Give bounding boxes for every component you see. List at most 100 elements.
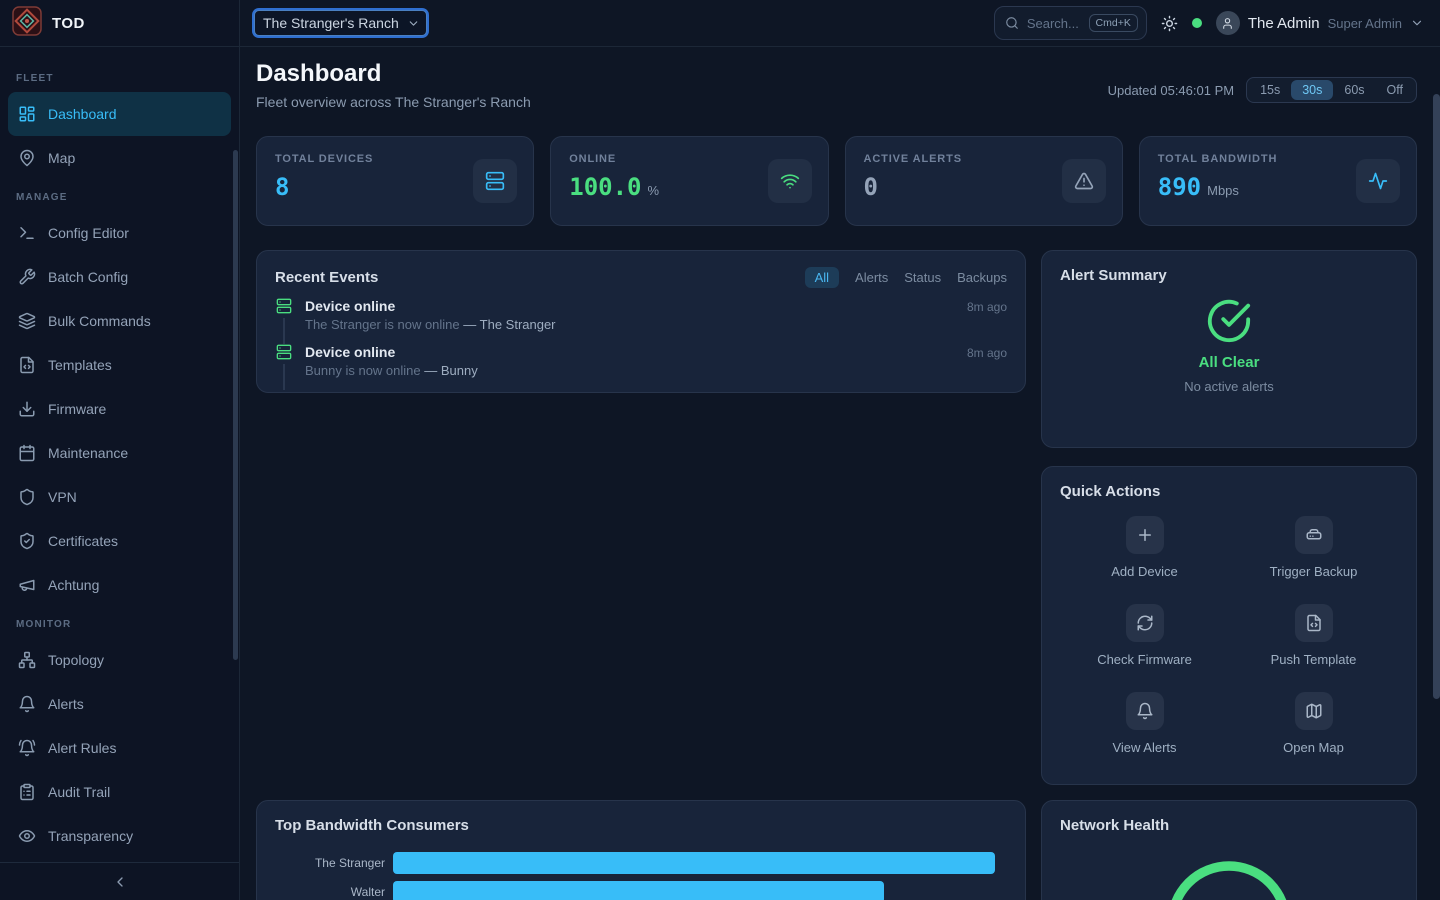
- quick-action-label: Check Firmware: [1097, 652, 1192, 667]
- sidebar-item-audit-trail[interactable]: Audit Trail: [8, 770, 231, 814]
- content-scrollbar[interactable]: [1433, 94, 1440, 699]
- quick-actions-panel: Quick Actions Add DeviceTrigger BackupCh…: [1041, 466, 1417, 785]
- shield-icon: [18, 488, 36, 506]
- app-root: TOD FLEETDashboardMapMANAGEConfig Editor…: [0, 0, 1440, 900]
- bandwidth-bar-track: [393, 881, 1007, 900]
- app-title: TOD: [52, 15, 85, 32]
- bell-ring-icon: [18, 739, 36, 757]
- event-time: 8m ago: [967, 344, 1007, 390]
- stat-icon-box: [1356, 159, 1400, 203]
- site-selector[interactable]: The Stranger's Ranch: [254, 10, 427, 36]
- stat-icon-box: [473, 159, 517, 203]
- server-icon: [276, 298, 292, 314]
- network-icon: [18, 651, 36, 669]
- wifi-icon: [780, 171, 800, 191]
- sidebar-item-dashboard[interactable]: Dashboard: [8, 92, 231, 136]
- quick-action-open-map[interactable]: Open Map: [1229, 692, 1398, 755]
- bandwidth-bar: [393, 852, 995, 874]
- bell-icon: [18, 695, 36, 713]
- check-circle-icon: [1206, 298, 1252, 344]
- quick-action-push-template[interactable]: Push Template: [1229, 604, 1398, 667]
- event-filter-status[interactable]: Status: [904, 267, 941, 288]
- sidebar-item-transparency[interactable]: Transparency: [8, 814, 231, 858]
- quick-action-icon-box: [1295, 604, 1333, 642]
- theme-toggle-button[interactable]: [1161, 15, 1178, 32]
- quick-action-add-device[interactable]: Add Device: [1060, 516, 1229, 579]
- alert-summary-panel: Alert Summary All Clear No active alerts: [1041, 250, 1417, 448]
- sidebar-item-label: Bulk Commands: [48, 313, 151, 329]
- refresh-interval-60s[interactable]: 60s: [1333, 80, 1375, 100]
- alert-detail-text: No active alerts: [1184, 379, 1274, 394]
- stat-cards-row: TOTAL DEVICES8ONLINE100.0%ACTIVE ALERTS0…: [256, 136, 1417, 226]
- sidebar-item-map[interactable]: Map: [8, 136, 231, 180]
- sidebar-section-label: FLEET: [0, 61, 239, 92]
- wrench-icon: [18, 268, 36, 286]
- sidebar-nav: FLEETDashboardMapMANAGEConfig EditorBatc…: [0, 47, 239, 862]
- event-connector-line: [283, 364, 285, 390]
- quick-action-trigger-backup[interactable]: Trigger Backup: [1229, 516, 1398, 579]
- stat-unit: Mbps: [1207, 183, 1239, 198]
- sidebar-item-vpn[interactable]: VPN: [8, 475, 231, 519]
- page-header: Dashboard Fleet overview across The Stra…: [256, 59, 1417, 111]
- event-title: Device online: [305, 298, 955, 314]
- sidebar-item-label: Alert Rules: [48, 740, 116, 756]
- shield-check-icon: [18, 532, 36, 550]
- map-pin-icon: [18, 149, 36, 167]
- event-body: Device onlineThe Stranger is now online …: [305, 298, 955, 344]
- sidebar-collapse-button[interactable]: [0, 862, 239, 900]
- user-icon: [1221, 17, 1234, 30]
- quick-action-check-firmware[interactable]: Check Firmware: [1060, 604, 1229, 667]
- stat-unit: %: [648, 183, 660, 198]
- sidebar-scrollbar[interactable]: [233, 150, 238, 660]
- refresh-interval-15s[interactable]: 15s: [1249, 80, 1291, 100]
- event-filter-alerts[interactable]: Alerts: [855, 267, 888, 288]
- download-icon: [18, 400, 36, 418]
- event-title: Device online: [305, 344, 955, 360]
- quick-actions-grid: Add DeviceTrigger Backup Check Firmware Pu…: [1060, 516, 1398, 755]
- quick-action-label: View Alerts: [1112, 740, 1176, 755]
- site-selector-value: The Stranger's Ranch: [263, 15, 399, 31]
- quick-action-view-alerts[interactable]: View Alerts: [1060, 692, 1229, 755]
- hard-drive-icon: [1305, 526, 1323, 544]
- clipboard-list-icon: [18, 783, 36, 801]
- sidebar-item-label: Dashboard: [48, 106, 117, 122]
- sidebar-item-label: Audit Trail: [48, 784, 110, 800]
- stat-value: 8: [275, 173, 289, 201]
- sidebar-item-batch-config[interactable]: Batch Config: [8, 255, 231, 299]
- event-description: Bunny is now online — Bunny: [305, 363, 955, 390]
- refresh-interval-control: 15s30s60sOff: [1246, 77, 1417, 103]
- event-filter-backups[interactable]: Backups: [957, 267, 1007, 288]
- quick-action-icon-box: [1126, 604, 1164, 642]
- sidebar-item-label: Map: [48, 150, 75, 166]
- bandwidth-bar-row: The Stranger: [275, 848, 1007, 877]
- bandwidth-bar: [393, 881, 884, 900]
- sidebar-item-maintenance[interactable]: Maintenance: [8, 431, 231, 475]
- user-menu[interactable]: The Admin Super Admin: [1216, 11, 1424, 35]
- layers-icon: [18, 312, 36, 330]
- sidebar-item-alert-rules[interactable]: Alert Rules: [8, 726, 231, 770]
- refresh-interval-30s[interactable]: 30s: [1291, 80, 1333, 100]
- sidebar-item-alerts[interactable]: Alerts: [8, 682, 231, 726]
- app-logo: TOD: [0, 0, 239, 47]
- sidebar-item-templates[interactable]: Templates: [8, 343, 231, 387]
- quick-action-icon-box: [1126, 692, 1164, 730]
- bandwidth-bar-row: Walter: [275, 877, 1007, 900]
- stat-icon-box: [1062, 159, 1106, 203]
- event-filter-all[interactable]: All: [805, 267, 839, 288]
- search-input[interactable]: Search... Cmd+K: [994, 6, 1147, 40]
- sidebar-item-label: Achtung: [48, 577, 99, 593]
- main-area: The Stranger's Ranch Search... Cmd+K: [240, 0, 1440, 900]
- recent-events-title: Recent Events: [275, 269, 378, 286]
- connection-status-dot: [1192, 18, 1202, 28]
- quick-action-label: Push Template: [1271, 652, 1357, 667]
- quick-action-label: Open Map: [1283, 740, 1344, 755]
- sidebar-item-config-editor[interactable]: Config Editor: [8, 211, 231, 255]
- sidebar-item-topology[interactable]: Topology: [8, 638, 231, 682]
- quick-action-icon-box: [1295, 692, 1333, 730]
- plus-icon: [1136, 526, 1154, 544]
- refresh-interval-off[interactable]: Off: [1376, 80, 1414, 100]
- sidebar-item-firmware[interactable]: Firmware: [8, 387, 231, 431]
- sidebar-item-certificates[interactable]: Certificates: [8, 519, 231, 563]
- sidebar-item-bulk-commands[interactable]: Bulk Commands: [8, 299, 231, 343]
- sidebar-item-achtung[interactable]: Achtung: [8, 563, 231, 607]
